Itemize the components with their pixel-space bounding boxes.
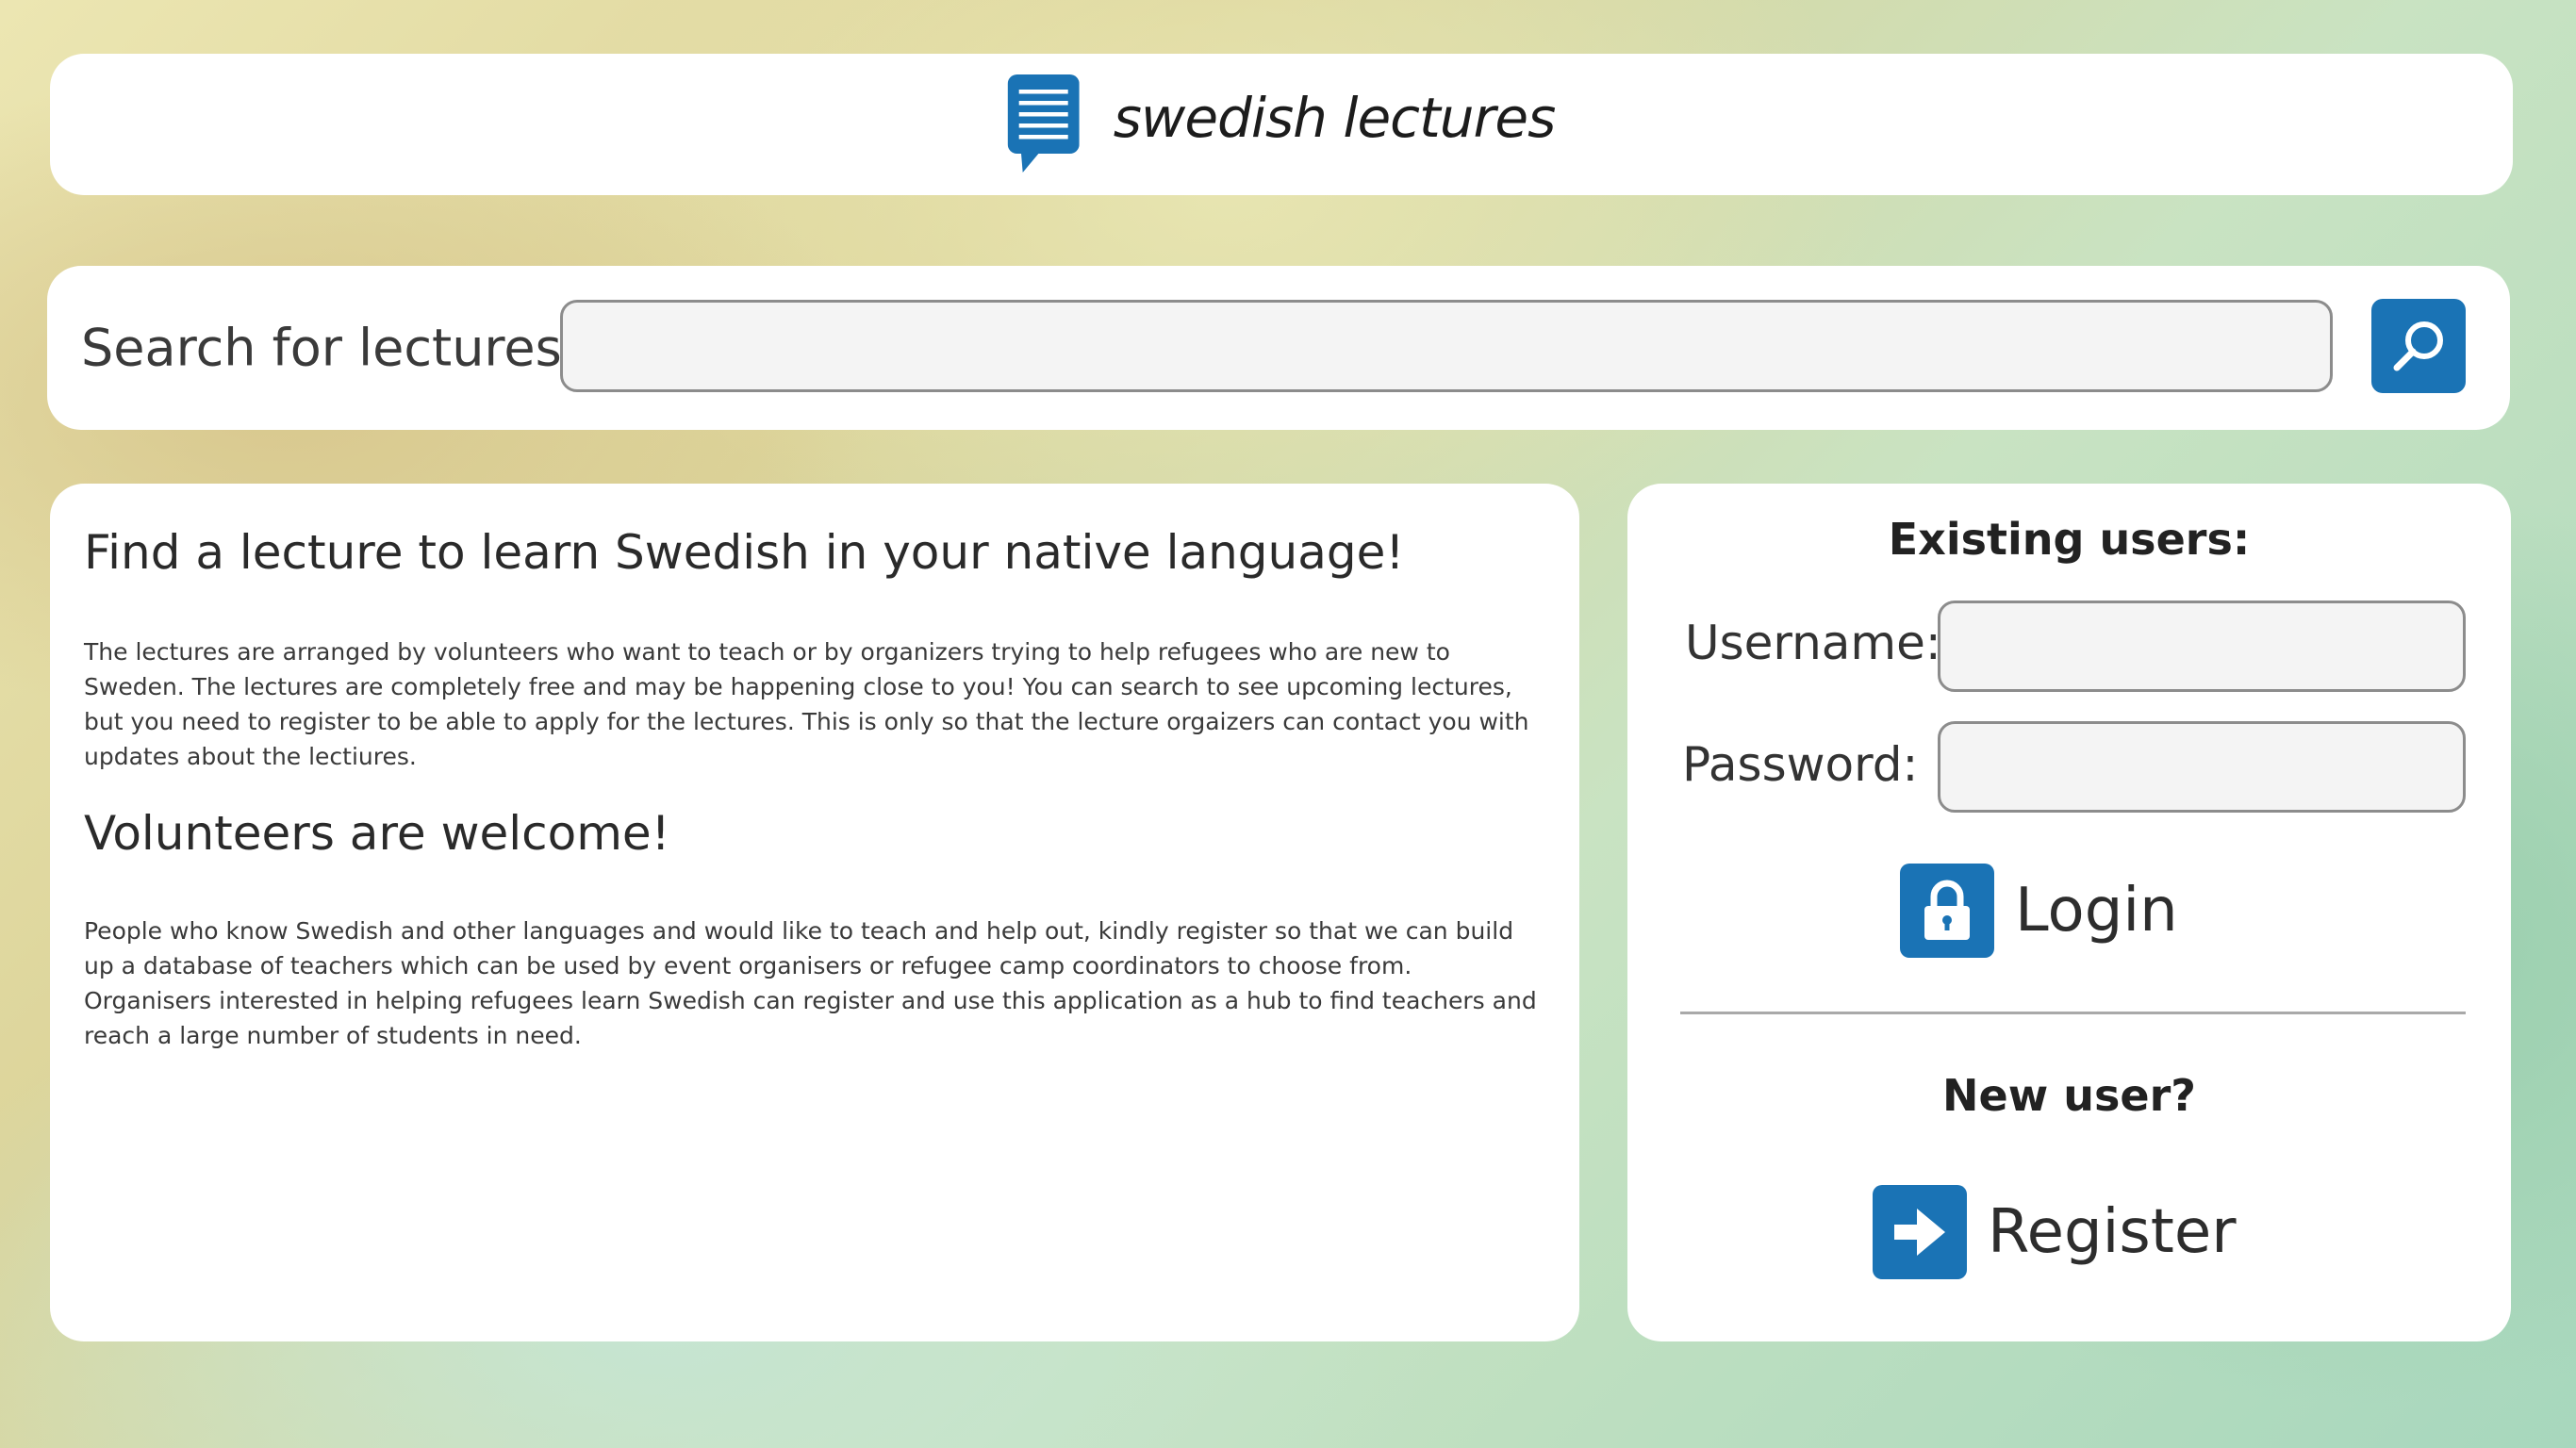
password-label: Password: (1682, 737, 1919, 792)
header-bar: swedish lectures (50, 54, 2513, 195)
search-bar: Search for lectures: (47, 266, 2510, 430)
search-input[interactable] (560, 300, 2333, 392)
info-panel: Find a lecture to learn Swedish in your … (50, 484, 1579, 1341)
divider (1680, 1012, 2466, 1014)
password-field[interactable] (1938, 721, 2466, 813)
username-field[interactable] (1938, 601, 2466, 692)
brand[interactable]: swedish lectures (1007, 74, 1557, 173)
brand-name: swedish lectures (1113, 86, 1557, 150)
padlock-icon (1900, 864, 1994, 958)
login-panel: Existing users: Username: Password: Logi… (1627, 484, 2511, 1341)
login-button[interactable]: Login (1900, 864, 2178, 958)
search-icon (2393, 321, 2443, 371)
username-label: Username: (1685, 616, 1941, 670)
info-paragraph: The lectures are arranged by volunteers … (84, 638, 1529, 770)
volunteers-paragraph: People who know Swedish and other langua… (84, 917, 1537, 1049)
existing-users-title: Existing users: (1888, 514, 2251, 565)
register-label: Register (1988, 1197, 2237, 1267)
volunteers-heading: Volunteers are welcome! (84, 806, 670, 861)
speech-bubble-list-icon (1007, 74, 1080, 173)
login-label: Login (2015, 876, 2178, 946)
search-button[interactable] (2371, 299, 2466, 393)
register-button[interactable]: Register (1873, 1185, 2237, 1279)
info-heading: Find a lecture to learn Swedish in your … (84, 525, 1405, 580)
new-user-title: New user? (1942, 1070, 2196, 1121)
arrow-right-icon (1873, 1185, 1967, 1279)
search-label: Search for lectures: (81, 318, 579, 378)
